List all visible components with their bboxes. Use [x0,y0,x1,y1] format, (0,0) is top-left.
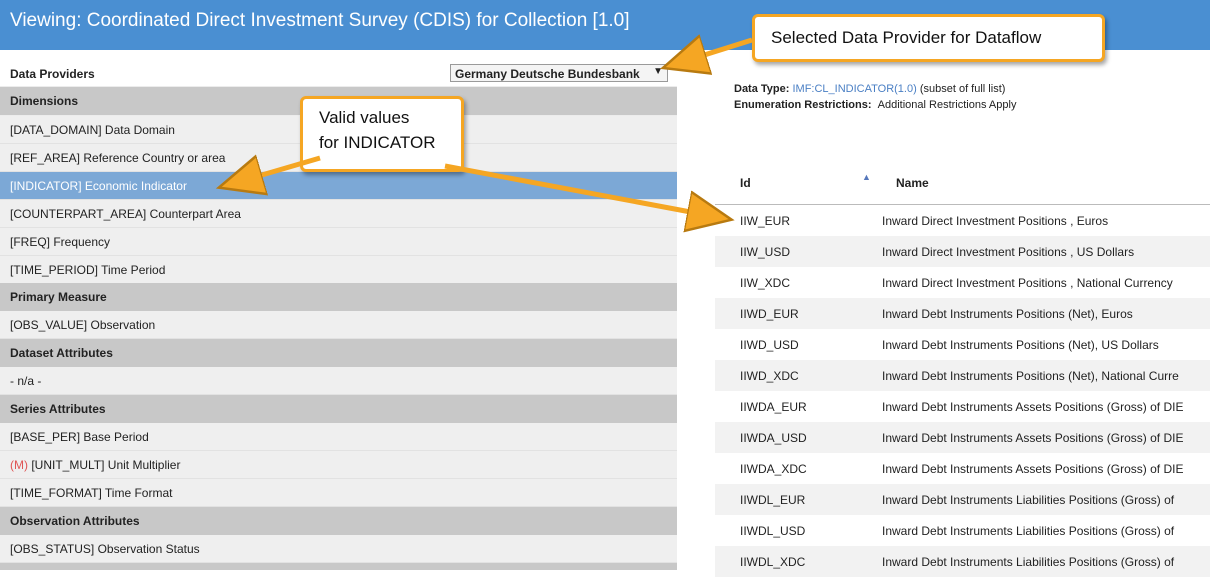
row-name: Inward Direct Investment Positions , Eur… [882,214,1109,228]
item-freq[interactable]: [FREQ] Frequency [0,228,677,256]
row-id: IIW_XDC [740,276,791,290]
table-row[interactable]: IIWDL_EUR Inward Debt Instruments Liabili… [715,484,1210,515]
enum-restrictions-value: Additional Restrictions Apply [877,99,1017,111]
item-label: [OBS_STATUS] Observation Status [10,542,200,556]
item-label: [DATA_DOMAIN] Data Domain [10,123,175,137]
row-id: IIWDA_EUR [740,400,807,414]
callout-selected-provider: Selected Data Provider for Dataflow [752,14,1105,62]
mandatory-flag: (M) [10,458,28,472]
table-row[interactable]: IIWD_EUR Inward Debt Instruments Position… [715,298,1210,329]
page-title: Viewing: Coordinated Direct Investment S… [10,10,630,31]
item-label: [OBS_VALUE] Observation [10,318,156,332]
item-label: (M) [UNIT_MULT] Unit Multiplier [10,458,180,472]
item-label-text: [UNIT_MULT] Unit Multiplier [28,458,181,472]
section-observation-label: Observation Attributes [10,514,140,528]
row-id: IIWDL_EUR [740,493,806,507]
row-id: IIWDA_XDC [740,462,807,476]
item-base-per[interactable]: [BASE_PER] Base Period [0,423,677,451]
item-counterpart-area[interactable]: [COUNTERPART_AREA] Counterpart Area [0,200,677,228]
column-header-name[interactable]: Name [896,176,929,190]
item-label: [INDICATOR] Economic Indicator [10,179,187,193]
section-dataset-label: Dataset Attributes [10,346,113,360]
table-row[interactable]: IIWDL_XDC Inward Debt Instruments Liabili… [715,546,1210,577]
row-name: Inward Debt Instruments Positions (Net),… [882,307,1133,321]
item-unit-mult[interactable]: (M) [UNIT_MULT] Unit Multiplier [0,451,677,479]
section-primary-measure: Primary Measure [0,283,677,311]
row-id: IIW_USD [740,245,791,259]
callout-valid-values: Valid values for INDICATOR [300,96,464,172]
row-id: IIW_EUR [740,214,791,228]
section-primary-label: Primary Measure [10,290,107,304]
table-row[interactable]: IIWD_USD Inward Debt Instruments Position… [715,329,1210,360]
section-next [0,563,677,570]
row-name: Inward Debt Instruments Liabilities Posi… [882,555,1175,569]
item-label: - n/a - [10,374,42,388]
data-type-line: Data Type: IMF:CL_INDICATOR(1.0) (subset… [734,83,1005,95]
row-id: IIWDA_USD [740,431,807,445]
table-row[interactable]: IIWDA_EUR Inward Debt Instruments Assets … [715,391,1210,422]
row-id: IIWDL_USD [740,524,806,538]
table-row[interactable]: IIW_EUR Inward Direct Investment Position… [715,205,1210,236]
table-row[interactable]: IIW_XDC Inward Direct Investment Position… [715,267,1210,298]
section-dataset-attributes: Dataset Attributes [0,339,677,367]
enum-restrictions-line: Enumeration Restrictions: Additional Res… [734,99,1016,111]
callout-text-line1: Valid values [319,108,410,127]
section-series-label: Series Attributes [10,402,106,416]
row-name: Inward Debt Instruments Liabilities Posi… [882,524,1175,538]
section-series-attributes: Series Attributes [0,395,677,423]
section-dimensions-label: Dimensions [10,94,79,108]
row-id: IIWD_XDC [740,369,799,383]
row-id: IIWD_EUR [740,307,799,321]
row-name: Inward Debt Instruments Assets Positions… [882,431,1184,445]
item-obs-status[interactable]: [OBS_STATUS] Observation Status [0,535,677,563]
data-type-note: (subset of full list) [919,83,1006,95]
item-label: [COUNTERPART_AREA] Counterpart Area [10,207,241,221]
data-providers-label: Data Providers [10,67,95,81]
row-name: Inward Debt Instruments Assets Positions… [882,462,1184,476]
row-name: Inward Debt Instruments Assets Positions… [882,400,1184,414]
table-row[interactable]: IIWDA_XDC Inward Debt Instruments Assets … [715,453,1210,484]
data-provider-selected-value: Germany Deutsche Bundesbank [455,67,640,81]
item-label: [BASE_PER] Base Period [10,430,149,444]
row-name: Inward Direct Investment Positions , Nat… [882,276,1173,290]
callout-text: Selected Data Provider for Dataflow [771,28,1042,47]
data-type-label: Data Type: [734,83,790,95]
enum-restrictions-label: Enumeration Restrictions: [734,99,872,111]
callout-text-line2: for INDICATOR [319,133,436,152]
table-row[interactable]: IIW_USD Inward Direct Investment Position… [715,236,1210,267]
chevron-down-icon: ▼ [653,66,663,77]
row-name: Inward Debt Instruments Liabilities Posi… [882,493,1175,507]
row-id: IIWD_USD [740,338,799,352]
item-label: [FREQ] Frequency [10,235,111,249]
data-providers-row: Data Providers Germany Deutsche Bundesba… [0,61,677,86]
data-type-link[interactable]: IMF:CL_INDICATOR(1.0) [792,83,916,95]
row-name: Inward Debt Instruments Positions (Net),… [882,369,1179,383]
item-label: [TIME_FORMAT] Time Format [10,486,173,500]
row-name: Inward Debt Instruments Positions (Net),… [882,338,1159,352]
section-observation-attributes: Observation Attributes [0,507,677,535]
table-row[interactable]: IIWDL_USD Inward Debt Instruments Liabili… [715,515,1210,546]
column-header-id[interactable]: Id [740,176,751,190]
item-none: - n/a - [0,367,677,395]
item-time-format[interactable]: [TIME_FORMAT] Time Format [0,479,677,507]
table-row[interactable]: IIWD_XDC Inward Debt Instruments Position… [715,360,1210,391]
item-label: [TIME_PERIOD] Time Period [10,263,166,277]
item-label: [REF_AREA] Reference Country or area [10,151,226,165]
row-name: Inward Direct Investment Positions , US … [882,245,1135,259]
item-obs-value[interactable]: [OBS_VALUE] Observation [0,311,677,339]
row-id: IIWDL_XDC [740,555,806,569]
item-indicator[interactable]: [INDICATOR] Economic Indicator [0,172,677,200]
sort-ascending-icon[interactable]: ▲ [862,172,871,182]
codelist-panel: Data Type: IMF:CL_INDICATOR(1.0) (subset… [690,61,1210,577]
item-time-period[interactable]: [TIME_PERIOD] Time Period [0,256,677,284]
table-row[interactable]: IIWDA_USD Inward Debt Instruments Assets … [715,422,1210,453]
data-provider-select[interactable]: Germany Deutsche Bundesbank ▼ [450,64,668,82]
